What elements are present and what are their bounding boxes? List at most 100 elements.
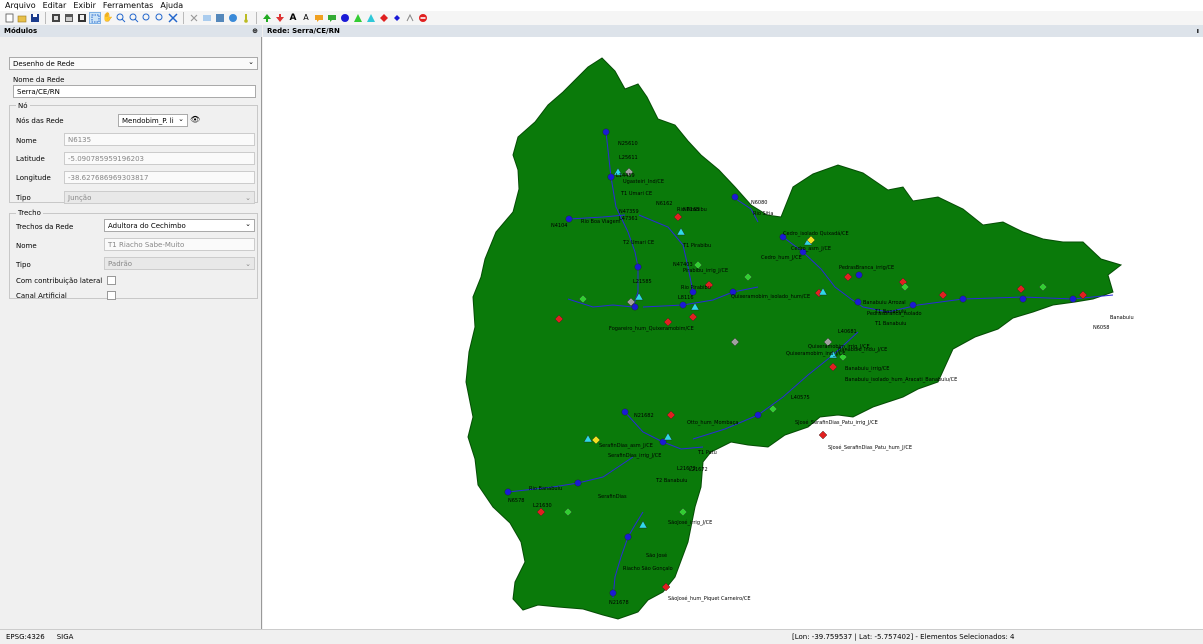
globe-icon[interactable] xyxy=(227,12,239,24)
menu-ferramentas[interactable]: Ferramentas xyxy=(103,1,153,10)
junction-node[interactable] xyxy=(909,301,917,309)
map-label: T1 Banabuiu xyxy=(874,321,906,327)
red-diamond-icon[interactable] xyxy=(378,12,390,24)
map-label: São José xyxy=(646,552,667,559)
junction-node[interactable] xyxy=(754,411,762,419)
trecho-nome-label: Nome xyxy=(16,242,37,250)
map-label: Quixeramobim_isolado_hum/CE xyxy=(731,294,810,300)
no-entry-icon[interactable] xyxy=(417,12,429,24)
select-tool-icon[interactable] xyxy=(89,12,101,24)
map-label: T2 Umari CE xyxy=(622,240,654,246)
junction-node[interactable] xyxy=(854,298,862,306)
map-label: Otto_hum_Mombaça xyxy=(687,420,738,426)
menu-ajuda[interactable]: Ajuda xyxy=(160,1,183,10)
zoom-next-icon[interactable] xyxy=(154,12,166,24)
map-label: SJosé_SerafinDias_Patu_irrig_J/CE xyxy=(795,419,878,426)
map-label: Ugasteiri_Ind/CE xyxy=(623,179,664,185)
contribuicao-checkbox[interactable] xyxy=(107,276,116,285)
comment-icon[interactable] xyxy=(313,12,325,24)
map-label: Banabuiu Arrozal xyxy=(863,300,906,306)
junction-node[interactable] xyxy=(679,301,687,309)
toolbar-separator xyxy=(45,12,46,24)
menu-editar[interactable]: Editar xyxy=(43,1,67,10)
up-arrow-icon[interactable] xyxy=(261,12,273,24)
menu-arquivo[interactable]: Arquivo xyxy=(5,1,36,10)
new-file-icon[interactable] xyxy=(3,12,15,24)
modules-panel-header: Módulos ⊕ xyxy=(0,25,262,37)
junction-node[interactable] xyxy=(1019,295,1027,303)
coordinates-readout: [Lon: -39.759537 | Lat: -5.757402] - Ele… xyxy=(792,633,1015,641)
toolbar-separator xyxy=(183,12,184,24)
junction-node[interactable] xyxy=(631,303,639,311)
layer-icon[interactable] xyxy=(76,12,88,24)
zoom-out-icon[interactable] xyxy=(128,12,140,24)
junction-node[interactable] xyxy=(731,193,739,201)
trecho-nome-field[interactable]: T1 Riacho Sabe-Muito xyxy=(104,238,255,251)
map-label: N21678 xyxy=(609,600,629,606)
junction-node[interactable] xyxy=(607,173,615,181)
junction-node[interactable] xyxy=(959,295,967,303)
map-label: Pirabibu_irrig_J/CE xyxy=(683,268,728,274)
green-triangle-icon[interactable] xyxy=(352,12,364,24)
properties-icon[interactable] xyxy=(214,12,226,24)
map-pin-icon[interactable]: ı xyxy=(1197,27,1199,35)
latitude-field[interactable]: -5.090785959196203 xyxy=(64,152,255,165)
pin-icon[interactable]: ⊕ xyxy=(252,27,258,35)
map-label: T1 Patu xyxy=(697,450,717,456)
comment-green-icon[interactable] xyxy=(326,12,338,24)
junction-node[interactable] xyxy=(1069,295,1077,303)
map-label: L40575 xyxy=(791,395,810,401)
edit-icon[interactable] xyxy=(201,12,213,24)
open-folder-icon[interactable] xyxy=(16,12,28,24)
zoom-in-icon[interactable] xyxy=(115,12,127,24)
network-icon[interactable] xyxy=(404,12,416,24)
map-label: SerafinDias_irrig_J/CE xyxy=(608,453,661,459)
trechos-label: Trechos da Rede xyxy=(16,223,74,231)
zoom-extent-icon[interactable] xyxy=(167,12,179,24)
map-label: N6163 xyxy=(683,207,699,213)
map-label: Banabuiu xyxy=(1110,315,1134,321)
delete-icon[interactable] xyxy=(188,12,200,24)
longitude-field[interactable]: -38.627686969303817 xyxy=(64,171,255,184)
demand-node[interactable] xyxy=(818,430,828,440)
module-select[interactable]: Desenho de Rede ⌄ xyxy=(9,57,258,70)
junction-node[interactable] xyxy=(602,128,610,136)
pan-hand-icon[interactable]: ✋ xyxy=(102,12,114,24)
table-icon[interactable] xyxy=(63,12,75,24)
eye-icon[interactable]: 👁 xyxy=(190,115,202,126)
map-label: Banabuiu_indu_J/CE xyxy=(838,347,887,353)
blue-circle-icon[interactable] xyxy=(339,12,351,24)
junction-node[interactable] xyxy=(855,271,863,279)
font-increase-icon[interactable]: A xyxy=(287,12,299,24)
junction-node[interactable] xyxy=(621,408,629,416)
nome-da-rede-input[interactable]: Serra/CE/RN xyxy=(13,85,256,98)
junction-node[interactable] xyxy=(609,589,617,597)
map-label: L25611 xyxy=(619,155,638,161)
map-label: Cedro_hum_J/CE xyxy=(761,255,802,261)
junction-node[interactable] xyxy=(565,215,573,223)
junction-node[interactable] xyxy=(634,263,642,271)
blue-diamond-icon[interactable] xyxy=(391,12,403,24)
trecho-tipo-label: Tipo xyxy=(16,261,31,269)
map-canvas[interactable]: N25610 L25611 L14459 T1 Umari CE Ugasteiri_I… xyxy=(263,37,1203,629)
menu-exibir[interactable]: Exibir xyxy=(73,1,96,10)
nos-da-rede-select[interactable]: Mendobim_P. li ⌄ xyxy=(118,114,188,127)
font-decrease-icon[interactable]: A xyxy=(300,12,312,24)
menu-bar: Arquivo Editar Exibir Ferramentas Ajuda xyxy=(0,0,1203,11)
cyan-triangle-icon[interactable] xyxy=(365,12,377,24)
grid-icon[interactable] xyxy=(50,12,62,24)
canal-checkbox[interactable] xyxy=(107,291,116,300)
junction-node[interactable] xyxy=(504,488,512,496)
nome-field[interactable]: N6135 xyxy=(64,133,255,146)
thermometer-icon[interactable] xyxy=(240,12,252,24)
basin-map[interactable]: N25610L25611L14459T1 Umari CEUgasteiri_I… xyxy=(263,37,1203,629)
map-panel-header: Rede: Serra/CE/RN ı xyxy=(263,25,1203,37)
junction-node[interactable] xyxy=(624,533,632,541)
down-arrow-icon[interactable] xyxy=(274,12,286,24)
trechos-select[interactable]: Adultora do Cechimbo ⌄ xyxy=(104,219,255,232)
save-icon[interactable] xyxy=(29,12,41,24)
longitude-label: Longitude xyxy=(16,174,51,182)
junction-node[interactable] xyxy=(574,479,582,487)
map-label: T1 Pirabibu xyxy=(682,243,711,249)
zoom-previous-icon[interactable] xyxy=(141,12,153,24)
